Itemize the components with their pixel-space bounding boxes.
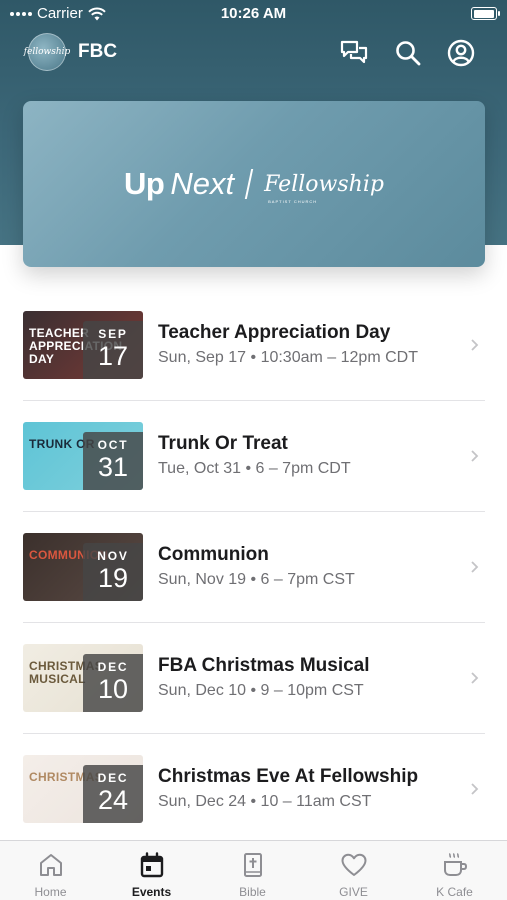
battery-fill	[473, 9, 494, 18]
tab-label: GIVE	[339, 885, 368, 899]
event-thumbnail: TRUNK OR OCT 31	[23, 422, 143, 490]
chevron-right-icon	[471, 561, 479, 573]
hero-divider	[244, 169, 254, 199]
heart-icon	[341, 853, 367, 876]
event-title: Trunk Or Treat	[158, 433, 288, 454]
event-title: Teacher Appreciation Day	[158, 322, 391, 343]
event-row[interactable]: TRUNK OR OCT 31 Trunk Or Treat Tue, Oct …	[0, 401, 507, 512]
badge-day: 24	[97, 785, 129, 815]
date-badge: NOV 19	[83, 543, 143, 601]
chevron-right-icon	[471, 783, 479, 795]
badge-day: 10	[97, 674, 129, 704]
tab-label: Events	[131, 885, 172, 899]
tab-label: Bible	[239, 885, 266, 899]
event-thumbnail: CHRISTMAS DEC 24	[23, 755, 143, 823]
chevron-right-icon	[471, 450, 479, 462]
status-bar: Carrier 10:26 AM	[0, 0, 507, 28]
bible-icon	[244, 853, 262, 877]
event-thumbnail: COMMUNION NOV 19	[23, 533, 143, 601]
up-next-banner[interactable]: Up Next Fellowship BAPTIST CHURCH	[23, 101, 485, 267]
hero-up-text: Up	[124, 166, 165, 201]
hero-logo-sub: BAPTIST CHURCH	[268, 198, 318, 204]
app-bar: fellowship FBC	[0, 30, 507, 76]
account-icon[interactable]	[446, 38, 476, 68]
event-meta: Tue, Oct 31 • 6 – 7pm CDT	[158, 460, 351, 477]
event-row[interactable]: CHRISTMAS MUSICAL DEC 10 FBA Christmas M…	[0, 623, 507, 734]
search-icon[interactable]	[393, 38, 423, 68]
logo-text: fellowship	[23, 47, 71, 57]
event-thumbnail: CHRISTMAS MUSICAL DEC 10	[23, 644, 143, 712]
event-thumbnail: TEACHER APPRECIATION DAY SEP 17	[23, 311, 143, 379]
chevron-right-icon	[471, 672, 479, 684]
tab-give[interactable]: GIVE	[303, 841, 404, 900]
status-time: 10:26 AM	[220, 5, 287, 22]
chevron-right-icon	[471, 339, 479, 351]
event-title: Communion	[158, 544, 269, 565]
hero-content: Up Next Fellowship BAPTIST CHURCH	[23, 101, 485, 267]
badge-month: NOV	[97, 549, 129, 563]
badge-month: DEC	[97, 771, 129, 785]
hero-logo-text: Fellowship	[264, 171, 384, 197]
calendar-icon	[140, 852, 164, 878]
tab-label: Home	[34, 885, 67, 899]
date-badge: SEP 17	[83, 321, 143, 379]
battery-icon	[471, 7, 500, 20]
tab-bible[interactable]: Bible	[202, 841, 303, 900]
date-badge: OCT 31	[83, 432, 143, 490]
event-title: Christmas Eve At Fellowship	[158, 766, 419, 787]
event-meta: Sun, Nov 19 • 6 – 7pm CST	[158, 571, 355, 588]
badge-day: 17	[97, 341, 129, 371]
tab-bar: Home Events Bible GIVE K Cafe	[0, 840, 507, 900]
badge-day: 19	[97, 563, 129, 593]
event-title: FBA Christmas Musical	[158, 655, 370, 676]
event-row[interactable]: COMMUNION NOV 19 Communion Sun, Nov 19 •…	[0, 512, 507, 623]
coffee-icon	[444, 853, 468, 876]
tab-home[interactable]: Home	[0, 841, 101, 900]
tab-label: K Cafe	[436, 885, 473, 899]
badge-month: DEC	[97, 660, 129, 674]
app-title: FBC	[78, 41, 118, 62]
event-meta: Sun, Dec 24 • 10 – 11am CST	[158, 793, 372, 810]
date-badge: DEC 10	[83, 654, 143, 712]
badge-month: SEP	[98, 327, 128, 341]
chat-icon[interactable]	[339, 38, 369, 68]
tab-events[interactable]: Events	[101, 841, 202, 900]
hero-next-text: Next	[170, 166, 235, 201]
church-logo[interactable]: fellowship	[24, 33, 70, 71]
tab-k-cafe[interactable]: K Cafe	[404, 841, 505, 900]
home-icon	[40, 854, 62, 876]
badge-day: 31	[97, 452, 129, 482]
badge-month: OCT	[97, 438, 129, 452]
fellowship-logo: Fellowship BAPTIST CHURCH	[264, 171, 384, 204]
event-row[interactable]: TEACHER APPRECIATION DAY SEP 17 Teacher …	[0, 290, 507, 401]
date-badge: DEC 24	[83, 765, 143, 823]
event-meta: Sun, Sep 17 • 10:30am – 12pm CDT	[158, 349, 418, 366]
event-meta: Sun, Dec 10 • 9 – 10pm CST	[158, 682, 364, 699]
event-row[interactable]: CHRISTMAS DEC 24 Christmas Eve At Fellow…	[0, 734, 507, 845]
